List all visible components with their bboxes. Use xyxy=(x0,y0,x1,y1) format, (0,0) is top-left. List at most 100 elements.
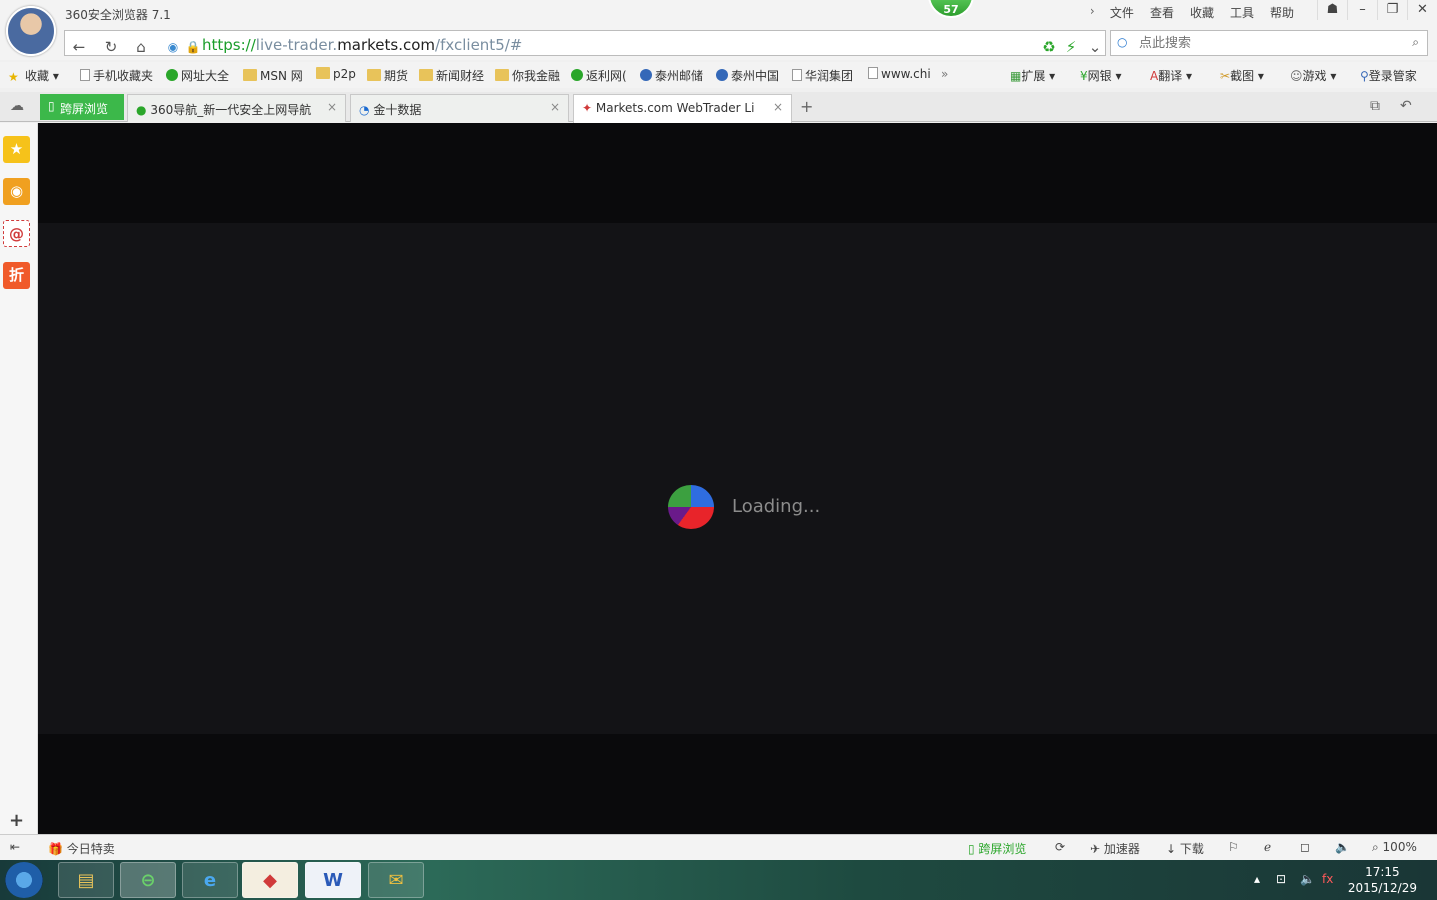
new-tab-button[interactable]: + xyxy=(800,97,813,116)
bookmark-msn[interactable]: MSN 网 xyxy=(243,67,303,84)
bookmark-label: MSN 网 xyxy=(260,69,303,83)
flag-icon[interactable]: ⚐ xyxy=(1228,840,1239,854)
close-tab-icon[interactable]: × xyxy=(773,100,783,114)
ie-icon[interactable]: e xyxy=(182,862,238,898)
volume-icon[interactable]: 🔈 xyxy=(1335,840,1350,854)
site-icon xyxy=(166,69,178,81)
toolbar-screenshot[interactable]: ✂截图 ▾ xyxy=(1220,67,1264,84)
more-bookmarks-icon[interactable]: » xyxy=(941,67,948,81)
cloud-icon[interactable]: ☁ xyxy=(10,98,24,114)
tab-markets[interactable]: ✦ Markets.com WebTrader Li × xyxy=(573,94,792,123)
url-dropdown-icon[interactable]: ⌄ xyxy=(1081,35,1109,59)
notification-badge[interactable]: 57 xyxy=(928,0,974,18)
close-tab-icon[interactable]: × xyxy=(327,100,337,114)
tab-360-nav[interactable]: ● 360导航_新一代安全上网导航 × xyxy=(127,94,346,122)
address-bar[interactable]: ← ↻ ⌂ ◉ 🔒 https://live-trader.markets.co… xyxy=(64,30,1106,56)
bookmark-niwo[interactable]: 你我金融 xyxy=(495,67,560,84)
discount-icon[interactable]: 折 xyxy=(3,262,30,289)
toolbar-login-manager[interactable]: ⚲登录管家 xyxy=(1360,67,1417,84)
bookmark-huarun[interactable]: 华润集团 xyxy=(792,67,853,84)
bookmark-mobile[interactable]: 手机收藏夹 xyxy=(80,67,153,84)
favorites-star-icon[interactable]: ★ xyxy=(3,136,30,163)
refresh-button[interactable]: ↻ xyxy=(97,35,125,59)
bookmark-taizhou-post[interactable]: 泰州邮储 xyxy=(640,67,703,84)
search-engine-icon[interactable]: ○ xyxy=(1117,35,1127,49)
undo-close-icon[interactable]: ↶ xyxy=(1400,98,1412,114)
zoom-level[interactable]: ⌕ 100% xyxy=(1372,840,1417,855)
bookmark-taizhou-china[interactable]: 泰州中国 xyxy=(716,67,779,84)
bookmark-label: www.chi xyxy=(881,67,931,81)
system-clock[interactable]: 17:15 2015/12/29 xyxy=(1348,864,1417,896)
url-scheme: https:// xyxy=(202,36,256,54)
toolbar-games[interactable]: ☺游戏 ▾ xyxy=(1290,67,1336,84)
search-box[interactable]: ○ ⌕ xyxy=(1110,30,1428,56)
menu-view[interactable]: 查看 xyxy=(1142,4,1182,21)
url-text[interactable]: https://live-trader.markets.com/fxclient… xyxy=(202,36,522,54)
bookmark-p2p[interactable]: p2p xyxy=(316,67,356,81)
user-avatar[interactable] xyxy=(6,6,56,56)
add-sidebar-button[interactable]: + xyxy=(3,807,30,834)
bookmark-url-nav[interactable]: 网址大全 xyxy=(166,67,229,84)
bookmark-favorites[interactable]: ★ 收藏 ▾ xyxy=(8,67,59,84)
menu-file[interactable]: 文件 xyxy=(1102,4,1142,21)
mail-icon[interactable]: @ xyxy=(3,220,30,247)
windows-taskbar: ▤ ⊖ e ◆ W ✉ ▴ ⊡ 🔈 fx 17:15 2015/12/29 xyxy=(0,860,1437,900)
menu-tools[interactable]: 工具 xyxy=(1222,4,1262,21)
tab-jin10[interactable]: ◔ 金十数据 × xyxy=(350,94,569,122)
chevron-right-icon[interactable]: › xyxy=(1082,4,1102,21)
tray-expand-icon[interactable]: ▴ xyxy=(1254,872,1260,886)
explorer-icon[interactable]: ▤ xyxy=(58,862,114,898)
skin-icon[interactable]: ☗ xyxy=(1317,0,1347,20)
toolbar-extensions[interactable]: ▦扩展 ▾ xyxy=(1010,67,1055,84)
bookmark-wwwchi[interactable]: www.chi xyxy=(868,67,931,81)
bookmark-fanli[interactable]: 返利网( xyxy=(571,67,627,84)
folder-icon xyxy=(419,69,433,81)
tab-list-icon[interactable]: ⧉ xyxy=(1370,98,1380,114)
folder-icon xyxy=(495,69,509,81)
menu-favorites[interactable]: 收藏 xyxy=(1182,4,1222,21)
bookmark-label: 新闻财经 xyxy=(436,69,485,83)
collapse-sidebar-icon[interactable]: ⇤ xyxy=(10,840,20,854)
phone-icon: ▯ xyxy=(48,99,55,113)
phone-icon xyxy=(80,69,90,81)
volume-tray-icon[interactable]: 🔈 xyxy=(1300,872,1315,886)
bookmark-futures[interactable]: 期货 xyxy=(367,67,408,84)
page-icon xyxy=(868,67,878,79)
close-tab-icon[interactable]: × xyxy=(550,100,560,114)
yuan-icon: ¥ xyxy=(1080,69,1088,83)
status-download[interactable]: ↓ 下载 xyxy=(1166,840,1204,857)
search-input[interactable] xyxy=(1139,34,1399,52)
status-accelerator[interactable]: ✈ 加速器 xyxy=(1090,840,1140,857)
page-icon xyxy=(792,69,802,81)
weibo-icon[interactable]: ◉ xyxy=(3,178,30,205)
maximize-button[interactable]: ❐ xyxy=(1377,0,1407,20)
status-refresh-icon[interactable]: ⟳ xyxy=(1055,840,1065,854)
home-button[interactable]: ⌂ xyxy=(127,35,155,59)
daily-sale-link[interactable]: 🎁 今日特卖 xyxy=(48,840,115,857)
menu-help[interactable]: 帮助 xyxy=(1262,4,1302,21)
menu-bar: › 文件 查看 收藏 工具 帮助 xyxy=(1082,4,1302,21)
clock-date: 2015/12/29 xyxy=(1347,881,1417,895)
status-kuaping[interactable]: ▯ 跨屏浏览 xyxy=(968,840,1026,857)
folder-icon xyxy=(243,69,257,81)
back-button[interactable]: ← xyxy=(65,35,93,59)
toolbar-translate[interactable]: A翻译 ▾ xyxy=(1150,67,1192,84)
mail-app-icon[interactable]: ✉ xyxy=(368,862,424,898)
network-icon[interactable]: ⊡ xyxy=(1276,872,1286,886)
kuaping-button[interactable]: ▯ 跨屏浏览 xyxy=(40,94,124,120)
toolbar-ebank[interactable]: ¥网银 ▾ xyxy=(1080,67,1122,84)
360-browser-icon[interactable]: ⊖ xyxy=(120,862,176,898)
fx-tray-icon[interactable]: fx xyxy=(1322,872,1333,886)
bookmark-label: 华润集团 xyxy=(805,69,854,83)
globe-logo-icon xyxy=(668,485,714,529)
word-icon[interactable]: W xyxy=(305,862,361,898)
trading-app-icon[interactable]: ◆ xyxy=(242,862,298,898)
ie-mode-icon[interactable]: ℯ xyxy=(1264,840,1271,854)
content-band xyxy=(38,223,1437,734)
minimize-button[interactable]: – xyxy=(1347,0,1377,20)
start-button[interactable] xyxy=(5,862,43,898)
window-icon[interactable]: ◻ xyxy=(1300,840,1310,854)
search-icon[interactable]: ⌕ xyxy=(1412,35,1419,50)
close-window-button[interactable]: ✕ xyxy=(1407,0,1437,20)
bookmark-finance-news[interactable]: 新闻财经 xyxy=(419,67,484,84)
